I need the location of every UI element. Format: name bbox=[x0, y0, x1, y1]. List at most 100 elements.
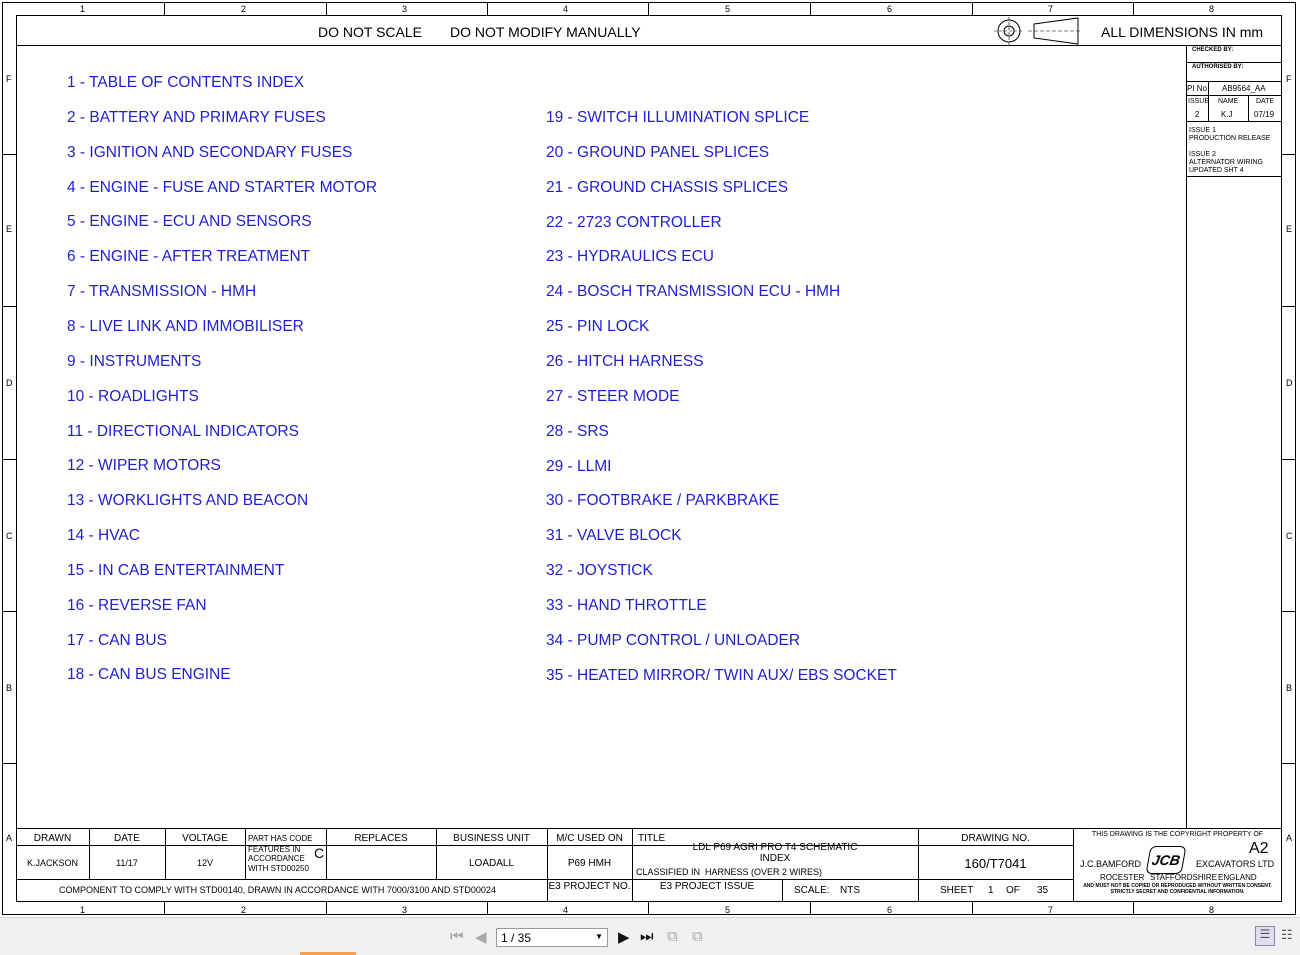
company-name-left: J.C.BAMFORD bbox=[1080, 859, 1142, 869]
zone-column-label: 2 bbox=[241, 4, 247, 14]
toc-entry-link[interactable]: 6 - ENGINE - AFTER TREATMENT bbox=[67, 248, 310, 266]
next-page-icon[interactable]: ▶ bbox=[618, 928, 630, 946]
last-page-icon[interactable]: ⏭ bbox=[640, 928, 654, 945]
zone-column-label: 1 bbox=[80, 4, 86, 14]
toc-entry-link[interactable]: 11 - DIRECTIONAL INDICATORS bbox=[67, 423, 299, 441]
comply-note: COMPONENT TO COMPLY WITH STD00140, DRAWN… bbox=[59, 885, 496, 895]
continuous-view-icon[interactable]: ☷ bbox=[1281, 927, 1293, 943]
toc-entry-link[interactable]: 18 - CAN BUS ENGINE bbox=[67, 666, 231, 684]
toc-entry-link[interactable]: 12 - WIPER MOTORS bbox=[67, 457, 221, 475]
toc-entry-link[interactable]: 3 - IGNITION AND SECONDARY FUSES bbox=[67, 144, 352, 162]
zone-column-label: 6 bbox=[887, 4, 893, 14]
toc-entry-link[interactable]: 30 - FOOTBRAKE / PARKBRAKE bbox=[546, 492, 779, 510]
zone-column-label: 2 bbox=[241, 905, 247, 915]
zone-row-label: B bbox=[6, 683, 13, 693]
tb-line bbox=[16, 828, 1282, 829]
zone-column-label: 3 bbox=[402, 905, 408, 915]
sheet-total-value: 35 bbox=[1037, 885, 1049, 896]
toc-entry-link[interactable]: 9 - INSTRUMENTS bbox=[67, 353, 201, 371]
toc-entry-link[interactable]: 31 - VALVE BLOCK bbox=[546, 527, 682, 545]
zone-column-label: 5 bbox=[725, 905, 731, 915]
toc-entry-link[interactable]: 5 - ENGINE - ECU AND SENSORS bbox=[67, 213, 312, 231]
zone-row-label: C bbox=[1286, 531, 1293, 541]
rev-line bbox=[1208, 95, 1209, 121]
toc-entry-link[interactable]: 23 - HYDRAULICS ECU bbox=[546, 248, 714, 266]
issue1-desc: PRODUCTION RELEASE bbox=[1189, 135, 1271, 142]
drawn-value: K.JACKSON bbox=[26, 858, 78, 868]
toc-entry-link[interactable]: 26 - HITCH HARNESS bbox=[546, 353, 704, 371]
drawn-label: DRAWN bbox=[33, 833, 72, 844]
tb-line bbox=[326, 845, 327, 879]
toc-entry-link[interactable]: 14 - HVAC bbox=[67, 527, 140, 545]
toc-entry-link[interactable]: 4 - ENGINE - FUSE AND STARTER MOTOR bbox=[67, 179, 377, 197]
toc-entry-link[interactable]: 33 - HAND THROTTLE bbox=[546, 597, 707, 615]
toc-entry-link[interactable]: 16 - REVERSE FAN bbox=[67, 597, 207, 615]
zone-tick bbox=[1133, 902, 1134, 915]
name-value: K.J bbox=[1221, 110, 1233, 119]
paste-page-icon[interactable]: ⧉ bbox=[692, 928, 703, 945]
company-name-right: EXCAVATORS LTD bbox=[1196, 859, 1275, 869]
toc-entry-link[interactable]: 7 - TRANSMISSION - HMH bbox=[67, 283, 256, 301]
header-divider bbox=[16, 45, 1282, 46]
rev-line bbox=[1186, 121, 1282, 122]
zone-column-label: 6 bbox=[887, 905, 893, 915]
zone-tick bbox=[164, 2, 165, 15]
toc-entry-link[interactable]: 27 - STEER MODE bbox=[546, 388, 680, 406]
rev-line bbox=[1208, 81, 1209, 95]
zone-column-label: 5 bbox=[725, 4, 731, 14]
toc-entry-link[interactable]: 19 - SWITCH ILLUMINATION SPLICE bbox=[546, 109, 809, 127]
toc-entry-link[interactable]: 21 - GROUND CHASSIS SPLICES bbox=[546, 179, 788, 197]
zone-tick bbox=[972, 902, 973, 915]
zone-tick bbox=[326, 2, 327, 15]
of-label: OF bbox=[1006, 885, 1020, 896]
toc-entry-link[interactable]: 8 - LIVE LINK AND IMMOBILISER bbox=[67, 318, 304, 336]
zone-tick bbox=[2, 306, 16, 307]
zone-column-label: 8 bbox=[1209, 905, 1215, 915]
toc-entry-link[interactable]: 34 - PUMP CONTROL / UNLOADER bbox=[546, 632, 800, 650]
jcb-logo-icon: JCB bbox=[1145, 846, 1187, 874]
page-selector[interactable]: 1 / 35 ▼ bbox=[496, 928, 608, 947]
location-town: ROCESTER bbox=[1100, 873, 1145, 882]
sheet-size: A2 bbox=[1249, 840, 1269, 857]
sheet-value: 1 bbox=[988, 885, 994, 896]
name-label: NAME bbox=[1218, 98, 1239, 105]
do-not-modify-note: DO NOT MODIFY MANUALLY bbox=[450, 24, 641, 40]
zone-tick bbox=[810, 2, 811, 15]
part-code-label: PART HAS CODE bbox=[248, 834, 313, 843]
toc-entry-link[interactable]: 24 - BOSCH TRANSMISSION ECU - HMH bbox=[546, 283, 840, 301]
toc-entry-link[interactable]: 28 - SRS bbox=[546, 423, 609, 441]
mc-used-on-value: P69 HMH bbox=[567, 858, 612, 869]
toc-entry-link[interactable]: 20 - GROUND PANEL SPLICES bbox=[546, 144, 769, 162]
toc-entry-link[interactable]: 22 - 2723 CONTROLLER bbox=[546, 214, 722, 232]
toc-entry-link[interactable]: 29 - LLMI bbox=[546, 458, 611, 476]
toc-entry-link[interactable]: 2 - BATTERY AND PRIMARY FUSES bbox=[67, 109, 326, 127]
pi-no-value: AB9564_AA bbox=[1222, 84, 1266, 93]
classified-label: CLASSIFIED IN bbox=[636, 867, 701, 877]
revision-panel-divider bbox=[1186, 45, 1187, 828]
single-page-view-icon[interactable]: ☰ bbox=[1255, 926, 1275, 946]
toc-entry-link[interactable]: 13 - WORKLIGHTS AND BEACON bbox=[67, 492, 308, 510]
zone-row-label: E bbox=[6, 224, 13, 234]
business-unit-value: LOADALL bbox=[468, 858, 515, 869]
toc-entry-link[interactable]: 1 - TABLE OF CONTENTS INDEX bbox=[67, 74, 304, 92]
part-code-value: C bbox=[314, 845, 325, 861]
zone-tick bbox=[1282, 306, 1296, 307]
first-page-icon[interactable]: ⏮ bbox=[450, 928, 464, 945]
copy-page-icon[interactable]: ⧉ bbox=[667, 928, 678, 945]
toc-entry-link[interactable]: 32 - JOYSTICK bbox=[546, 562, 653, 580]
issue2-desc-2: UPDATED SHT 4 bbox=[1189, 167, 1244, 174]
toc-entry-link[interactable]: 17 - CAN BUS bbox=[67, 632, 167, 650]
part-code-label-3: ACCORDANCE bbox=[248, 854, 305, 863]
checked-by-label: CHECKED BY: bbox=[1192, 47, 1234, 53]
toc-entry-link[interactable]: 35 - HEATED MIRROR/ TWIN AUX/ EBS SOCKET bbox=[546, 667, 897, 685]
toc-entry-link[interactable]: 15 - IN CAB ENTERTAINMENT bbox=[67, 562, 284, 580]
date-value: 11/17 bbox=[116, 858, 138, 868]
zone-row-label: C bbox=[6, 531, 13, 541]
toc-entry-link[interactable]: 10 - ROADLIGHTS bbox=[67, 388, 199, 406]
toc-entry-link[interactable]: 25 - PIN LOCK bbox=[546, 318, 649, 336]
mc-used-on-label: M/C USED ON bbox=[556, 833, 623, 844]
e3-project-issue-label: E3 PROJECT ISSUE bbox=[659, 881, 755, 892]
previous-page-icon[interactable]: ◀ bbox=[475, 928, 487, 946]
scale-value: NTS bbox=[840, 885, 860, 896]
zone-row-label: F bbox=[1286, 74, 1292, 84]
